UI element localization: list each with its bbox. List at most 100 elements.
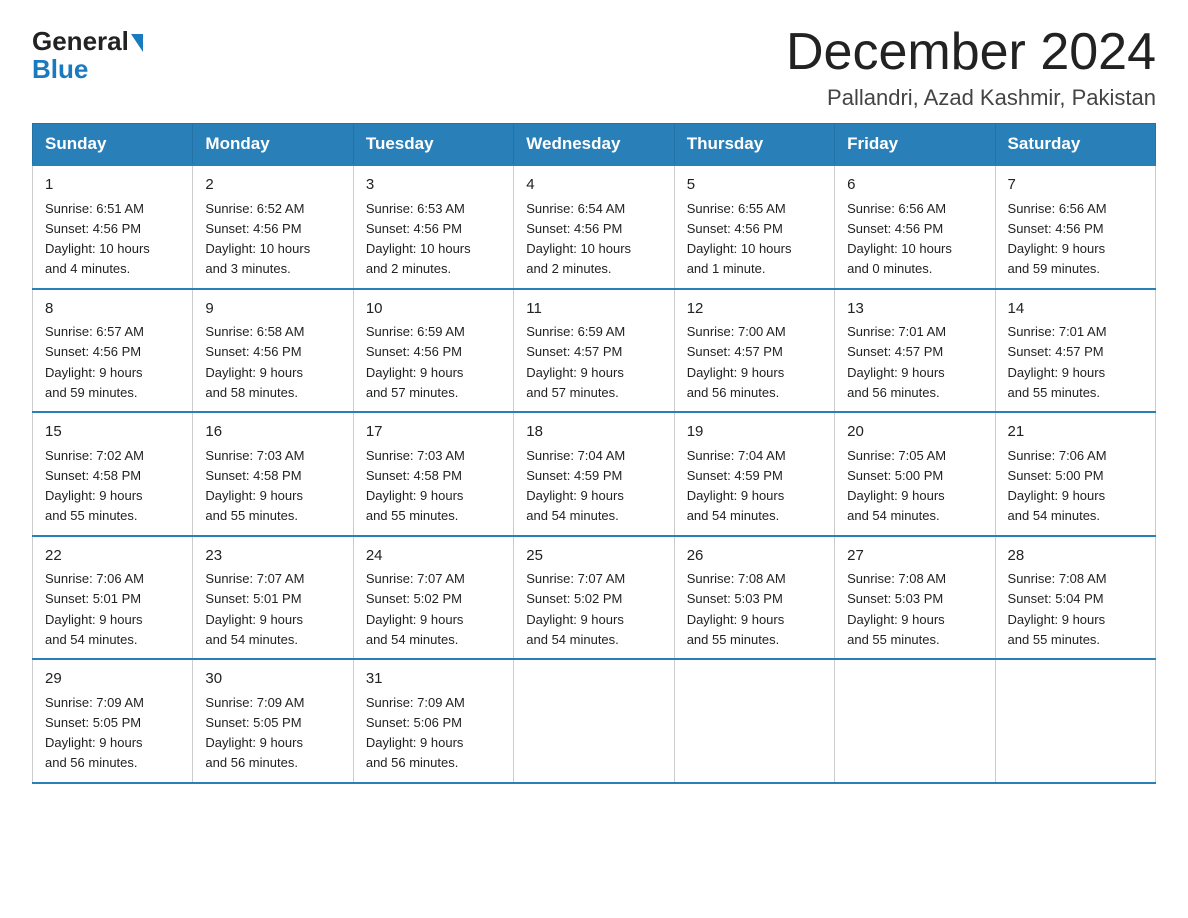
calendar-day-cell: 28 Sunrise: 7:08 AMSunset: 5:04 PMDayligh… (995, 536, 1155, 660)
day-info: Sunrise: 6:56 AMSunset: 4:56 PMDaylight:… (847, 201, 952, 277)
day-info: Sunrise: 7:00 AMSunset: 4:57 PMDaylight:… (687, 324, 786, 400)
calendar-day-cell: 29 Sunrise: 7:09 AMSunset: 5:05 PMDayligh… (33, 659, 193, 783)
day-info: Sunrise: 6:56 AMSunset: 4:56 PMDaylight:… (1008, 201, 1107, 277)
day-number: 26 (687, 545, 822, 568)
calendar-day-cell (514, 659, 674, 783)
calendar-day-cell: 2 Sunrise: 6:52 AMSunset: 4:56 PMDaylight… (193, 165, 353, 289)
day-info: Sunrise: 6:58 AMSunset: 4:56 PMDaylight:… (205, 324, 304, 400)
calendar-day-cell: 9 Sunrise: 6:58 AMSunset: 4:56 PMDaylight… (193, 289, 353, 413)
calendar-day-cell: 6 Sunrise: 6:56 AMSunset: 4:56 PMDaylight… (835, 165, 995, 289)
day-of-week-header: Sunday (33, 124, 193, 166)
calendar-day-cell: 30 Sunrise: 7:09 AMSunset: 5:05 PMDayligh… (193, 659, 353, 783)
day-number: 22 (45, 545, 180, 568)
day-info: Sunrise: 7:09 AMSunset: 5:05 PMDaylight:… (205, 695, 304, 771)
calendar-day-cell: 1 Sunrise: 6:51 AMSunset: 4:56 PMDaylight… (33, 165, 193, 289)
day-info: Sunrise: 7:02 AMSunset: 4:58 PMDaylight:… (45, 448, 144, 524)
day-number: 18 (526, 421, 661, 444)
day-of-week-header: Wednesday (514, 124, 674, 166)
day-number: 14 (1008, 298, 1143, 321)
day-number: 23 (205, 545, 340, 568)
calendar-day-cell: 5Sunrise: 6:55 AMSunset: 4:56 PMDaylight… (674, 165, 834, 289)
day-info: Sunrise: 7:01 AMSunset: 4:57 PMDaylight:… (1008, 324, 1107, 400)
day-info: Sunrise: 6:52 AMSunset: 4:56 PMDaylight:… (205, 201, 310, 277)
day-info: Sunrise: 7:03 AMSunset: 4:58 PMDaylight:… (205, 448, 304, 524)
calendar-table: SundayMondayTuesdayWednesdayThursdayFrid… (32, 123, 1156, 784)
day-of-week-header: Saturday (995, 124, 1155, 166)
calendar-day-cell: 21 Sunrise: 7:06 AMSunset: 5:00 PMDayligh… (995, 412, 1155, 536)
day-info: Sunrise: 6:54 AMSunset: 4:56 PMDaylight:… (526, 201, 631, 277)
day-of-week-header: Monday (193, 124, 353, 166)
day-number: 13 (847, 298, 982, 321)
calendar-day-cell: 20Sunrise: 7:05 AMSunset: 5:00 PMDayligh… (835, 412, 995, 536)
calendar-day-cell (835, 659, 995, 783)
day-number: 2 (205, 174, 340, 197)
day-info: Sunrise: 7:07 AMSunset: 5:02 PMDaylight:… (526, 571, 625, 647)
day-info: Sunrise: 7:08 AMSunset: 5:03 PMDaylight:… (847, 571, 946, 647)
calendar-day-cell: 10Sunrise: 6:59 AMSunset: 4:56 PMDayligh… (353, 289, 513, 413)
day-info: Sunrise: 7:09 AMSunset: 5:06 PMDaylight:… (366, 695, 465, 771)
day-number: 8 (45, 298, 180, 321)
calendar-day-cell: 11Sunrise: 6:59 AMSunset: 4:57 PMDayligh… (514, 289, 674, 413)
day-number: 7 (1008, 174, 1143, 197)
day-info: Sunrise: 7:09 AMSunset: 5:05 PMDaylight:… (45, 695, 144, 771)
day-info: Sunrise: 7:03 AMSunset: 4:58 PMDaylight:… (366, 448, 465, 524)
day-info: Sunrise: 6:51 AMSunset: 4:56 PMDaylight:… (45, 201, 150, 277)
calendar-week-row: 29 Sunrise: 7:09 AMSunset: 5:05 PMDayligh… (33, 659, 1156, 783)
day-info: Sunrise: 7:08 AMSunset: 5:04 PMDaylight:… (1008, 571, 1107, 647)
day-of-week-header: Thursday (674, 124, 834, 166)
calendar-day-cell: 13 Sunrise: 7:01 AMSunset: 4:57 PMDayligh… (835, 289, 995, 413)
day-info: Sunrise: 7:08 AMSunset: 5:03 PMDaylight:… (687, 571, 786, 647)
calendar-day-cell: 14 Sunrise: 7:01 AMSunset: 4:57 PMDayligh… (995, 289, 1155, 413)
day-info: Sunrise: 6:57 AMSunset: 4:56 PMDaylight:… (45, 324, 144, 400)
calendar-day-cell: 15Sunrise: 7:02 AMSunset: 4:58 PMDayligh… (33, 412, 193, 536)
day-number: 28 (1008, 545, 1143, 568)
calendar-day-cell: 24Sunrise: 7:07 AMSunset: 5:02 PMDayligh… (353, 536, 513, 660)
page-header: General Blue December 2024 Pallandri, Az… (32, 24, 1156, 111)
day-number: 4 (526, 174, 661, 197)
calendar-day-cell: 31 Sunrise: 7:09 AMSunset: 5:06 PMDayligh… (353, 659, 513, 783)
calendar-day-cell: 12 Sunrise: 7:00 AMSunset: 4:57 PMDayligh… (674, 289, 834, 413)
logo-arrow-icon (131, 34, 143, 52)
calendar-day-cell: 4 Sunrise: 6:54 AMSunset: 4:56 PMDaylight… (514, 165, 674, 289)
day-number: 31 (366, 668, 501, 691)
day-info: Sunrise: 7:01 AMSunset: 4:57 PMDaylight:… (847, 324, 946, 400)
day-info: Sunrise: 6:53 AMSunset: 4:56 PMDaylight:… (366, 201, 471, 277)
calendar-title: December 2024 (786, 24, 1156, 81)
day-number: 12 (687, 298, 822, 321)
calendar-day-cell: 22Sunrise: 7:06 AMSunset: 5:01 PMDayligh… (33, 536, 193, 660)
day-info: Sunrise: 7:04 AMSunset: 4:59 PMDaylight:… (526, 448, 625, 524)
calendar-day-cell: 25 Sunrise: 7:07 AMSunset: 5:02 PMDayligh… (514, 536, 674, 660)
logo-blue-text: Blue (32, 54, 88, 85)
calendar-day-cell: 8 Sunrise: 6:57 AMSunset: 4:56 PMDaylight… (33, 289, 193, 413)
calendar-header-row: SundayMondayTuesdayWednesdayThursdayFrid… (33, 124, 1156, 166)
calendar-week-row: 8 Sunrise: 6:57 AMSunset: 4:56 PMDaylight… (33, 289, 1156, 413)
calendar-week-row: 1 Sunrise: 6:51 AMSunset: 4:56 PMDaylight… (33, 165, 1156, 289)
day-number: 29 (45, 668, 180, 691)
day-number: 3 (366, 174, 501, 197)
calendar-day-cell (674, 659, 834, 783)
day-number: 5 (687, 174, 822, 197)
day-info: Sunrise: 7:05 AMSunset: 5:00 PMDaylight:… (847, 448, 946, 524)
calendar-week-row: 22Sunrise: 7:06 AMSunset: 5:01 PMDayligh… (33, 536, 1156, 660)
day-info: Sunrise: 6:59 AMSunset: 4:57 PMDaylight:… (526, 324, 625, 400)
calendar-day-cell: 7 Sunrise: 6:56 AMSunset: 4:56 PMDaylight… (995, 165, 1155, 289)
day-info: Sunrise: 7:07 AMSunset: 5:01 PMDaylight:… (205, 571, 304, 647)
calendar-day-cell (995, 659, 1155, 783)
calendar-day-cell: 18 Sunrise: 7:04 AMSunset: 4:59 PMDayligh… (514, 412, 674, 536)
day-number: 1 (45, 174, 180, 197)
day-info: Sunrise: 7:07 AMSunset: 5:02 PMDaylight:… (366, 571, 465, 647)
calendar-day-cell: 26 Sunrise: 7:08 AMSunset: 5:03 PMDayligh… (674, 536, 834, 660)
logo-general-text: General (32, 28, 129, 54)
day-number: 21 (1008, 421, 1143, 444)
logo: General Blue (32, 28, 145, 85)
day-number: 30 (205, 668, 340, 691)
day-number: 25 (526, 545, 661, 568)
day-number: 9 (205, 298, 340, 321)
day-number: 6 (847, 174, 982, 197)
day-info: Sunrise: 7:04 AMSunset: 4:59 PMDaylight:… (687, 448, 786, 524)
day-number: 19 (687, 421, 822, 444)
day-info: Sunrise: 7:06 AMSunset: 5:00 PMDaylight:… (1008, 448, 1107, 524)
day-info: Sunrise: 6:59 AMSunset: 4:56 PMDaylight:… (366, 324, 465, 400)
day-of-week-header: Tuesday (353, 124, 513, 166)
day-number: 16 (205, 421, 340, 444)
